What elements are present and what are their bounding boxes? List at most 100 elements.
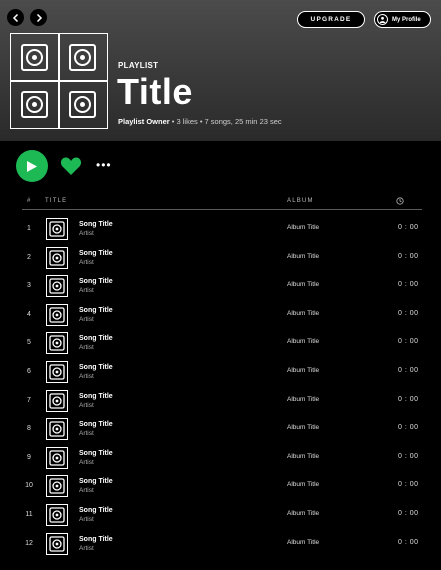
play-icon xyxy=(27,160,37,172)
track-title[interactable]: Song Title xyxy=(79,536,113,543)
track-row[interactable]: 6 Song Title Artist Album Title 0 : 00 xyxy=(0,359,441,387)
track-row[interactable]: 12 Song Title Artist Album Title 0 : 00 xyxy=(0,531,441,559)
speaker-icon xyxy=(49,335,65,352)
track-artist[interactable]: Artist xyxy=(79,402,94,409)
track-row[interactable]: 1 Song Title Artist Album Title 0 : 00 xyxy=(0,216,441,244)
track-thumbnail xyxy=(46,303,68,326)
playlist-header: UPGRADE My Profile PLAYLIST Title Playli… xyxy=(0,0,441,141)
track-album[interactable]: Album Title xyxy=(287,253,319,260)
track-title[interactable]: Song Title xyxy=(79,450,113,457)
track-number: 4 xyxy=(27,310,31,318)
speaker-icon xyxy=(49,478,65,495)
track-row[interactable]: 9 Song Title Artist Album Title 0 : 00 xyxy=(0,445,441,473)
track-artist[interactable]: Artist xyxy=(79,316,94,323)
track-artist[interactable]: Artist xyxy=(79,259,94,266)
track-row[interactable]: 3 Song Title Artist Album Title 0 : 00 xyxy=(0,273,441,301)
forward-button[interactable] xyxy=(30,9,47,26)
track-thumbnail xyxy=(46,361,68,383)
track-number: 7 xyxy=(27,396,31,404)
back-button[interactable] xyxy=(7,9,24,26)
track-title[interactable]: Song Title xyxy=(79,393,113,400)
track-number: 8 xyxy=(27,425,31,433)
track-artist[interactable]: Artist xyxy=(79,459,94,466)
track-row[interactable]: 4 Song Title Artist Album Title 0 : 00 xyxy=(0,302,441,330)
track-title[interactable]: Song Title xyxy=(79,421,113,428)
track-number: 12 xyxy=(25,539,33,547)
track-row[interactable]: 5 Song Title Artist Album Title 0 : 00 xyxy=(0,330,441,358)
play-button[interactable] xyxy=(16,150,48,182)
profile-label: My Profile xyxy=(392,16,421,23)
track-number: 5 xyxy=(27,339,31,347)
track-artist[interactable]: Artist xyxy=(79,430,94,437)
clock-icon[interactable] xyxy=(396,197,404,205)
track-album[interactable]: Album Title xyxy=(287,338,319,345)
track-album[interactable]: Album Title xyxy=(287,539,319,546)
track-thumbnail xyxy=(46,418,68,441)
track-duration: 0 : 00 xyxy=(398,309,419,317)
track-artist[interactable]: Artist xyxy=(79,230,94,237)
track-album[interactable]: Album Title xyxy=(287,310,319,317)
playlist-stats: • 3 likes • 7 songs, 25 min 23 sec xyxy=(169,117,282,126)
track-thumbnail xyxy=(46,532,68,555)
track-title[interactable]: Song Title xyxy=(79,507,113,514)
track-duration: 0 : 00 xyxy=(398,281,419,289)
track-title[interactable]: Song Title xyxy=(79,335,113,342)
track-thumbnail xyxy=(46,389,68,412)
track-duration: 0 : 00 xyxy=(398,452,419,460)
track-thumbnail xyxy=(46,446,68,469)
track-title[interactable]: Song Title xyxy=(79,307,113,314)
heart-icon[interactable] xyxy=(60,156,82,176)
track-album[interactable]: Album Title xyxy=(287,367,319,374)
track-album[interactable]: Album Title xyxy=(287,396,319,403)
speaker-icon xyxy=(21,44,48,71)
track-thumbnail xyxy=(46,504,68,526)
user-icon xyxy=(377,14,388,25)
speaker-icon xyxy=(49,450,65,466)
track-duration: 0 : 00 xyxy=(398,510,419,517)
track-row[interactable]: 8 Song Title Artist Album Title 0 : 00 xyxy=(0,416,441,444)
track-thumbnail xyxy=(46,332,68,355)
track-artist[interactable]: Artist xyxy=(79,344,94,351)
track-artist[interactable]: Artist xyxy=(79,545,94,552)
track-title[interactable]: Song Title xyxy=(79,278,113,285)
track-number: 11 xyxy=(25,511,33,518)
track-title[interactable]: Song Title xyxy=(79,478,113,485)
track-artist[interactable]: Artist xyxy=(79,287,94,294)
track-album[interactable]: Album Title xyxy=(287,424,319,431)
track-album[interactable]: Album Title xyxy=(287,510,319,517)
track-row[interactable]: 7 Song Title Artist Album Title 0 : 00 xyxy=(0,388,441,416)
track-album[interactable]: Album Title xyxy=(287,281,319,288)
track-artist[interactable]: Artist xyxy=(79,516,94,523)
upgrade-button[interactable]: UPGRADE xyxy=(297,11,365,28)
track-title[interactable]: Song Title xyxy=(79,250,113,257)
track-number: 10 xyxy=(25,482,33,490)
track-album[interactable]: Album Title xyxy=(287,481,319,488)
track-album[interactable]: Album Title xyxy=(287,224,319,231)
track-row[interactable]: 10 Song Title Artist Album Title 0 : 00 xyxy=(0,473,441,501)
speaker-icon xyxy=(49,249,65,266)
speaker-icon xyxy=(69,44,96,71)
track-artist[interactable]: Artist xyxy=(79,373,94,380)
more-options-button[interactable]: ••• xyxy=(96,159,112,171)
track-thumbnail xyxy=(46,218,68,240)
speaker-icon xyxy=(49,507,65,523)
track-number: 3 xyxy=(27,282,31,290)
track-thumbnail xyxy=(46,275,68,298)
speaker-icon xyxy=(49,221,65,237)
track-duration: 0 : 00 xyxy=(398,395,419,403)
speaker-icon xyxy=(69,91,96,118)
track-title[interactable]: Song Title xyxy=(79,221,113,228)
track-thumbnail xyxy=(46,475,68,498)
track-album[interactable]: Album Title xyxy=(287,453,319,460)
track-row[interactable]: 2 Song Title Artist Album Title 0 : 00 xyxy=(0,245,441,273)
playlist-owner[interactable]: Playlist Owner xyxy=(118,117,170,126)
track-artist[interactable]: Artist xyxy=(79,487,94,494)
col-title-header[interactable]: TITLE xyxy=(45,198,67,204)
track-row[interactable]: 11 Song Title Artist Album Title 0 : 00 xyxy=(0,502,441,530)
profile-button[interactable]: My Profile xyxy=(374,11,431,28)
playlist-title: Title xyxy=(117,71,193,112)
col-album-header[interactable]: ALBUM xyxy=(287,198,314,204)
track-title[interactable]: Song Title xyxy=(79,364,113,371)
track-duration: 0 : 00 xyxy=(398,252,419,260)
speaker-icon xyxy=(49,307,65,323)
